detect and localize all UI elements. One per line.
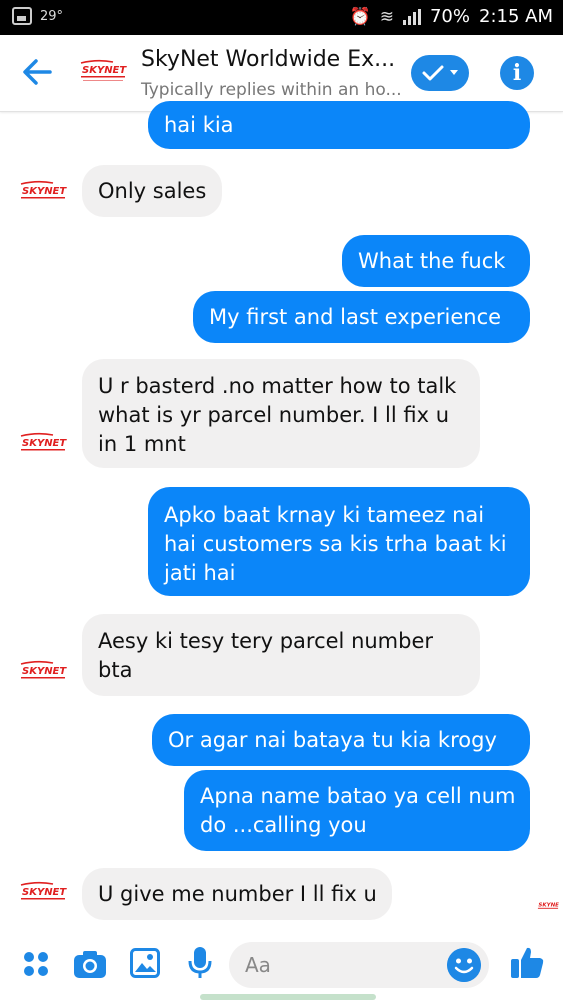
message-text: Only sales xyxy=(98,179,207,203)
message-bubble-outgoing[interactable]: What the fuck xyxy=(342,235,530,287)
thumbs-up-icon[interactable] xyxy=(510,945,544,979)
message-bubble-incoming[interactable]: U r basterd .no matter how to talk what … xyxy=(82,359,480,468)
sender-avatar-logo: SKYNET xyxy=(20,660,67,679)
clock: 2:15 AM xyxy=(479,6,553,27)
message-text: Or agar nai bataya tu kia krogy xyxy=(168,728,497,752)
svg-text:SKYNET: SKYNET xyxy=(22,887,67,898)
message-text: What the fuck xyxy=(358,249,506,273)
seen-indicator-logo: SKYNET xyxy=(537,902,559,909)
checkmark-icon xyxy=(422,65,444,81)
message-text: Apna name batao ya cell num do ...callin… xyxy=(200,784,516,837)
image-icon[interactable] xyxy=(130,948,160,978)
skynet-logo: SKYNET xyxy=(80,59,127,81)
temperature: 29° xyxy=(40,8,64,24)
message-bubble-incoming[interactable]: Only sales xyxy=(82,165,222,217)
message-bubble-outgoing[interactable]: My first and last experience xyxy=(193,291,530,343)
alarm-icon: ⏰ xyxy=(349,6,371,27)
response-time-subtitle: Typically replies within an ho... xyxy=(141,80,402,100)
message-bubble-incoming[interactable]: U give me number I ll fix u xyxy=(82,868,392,920)
message-bubble-outgoing[interactable]: hai kia xyxy=(148,101,530,149)
sender-avatar-logo: SKYNET xyxy=(20,881,67,900)
message-input-placeholder: Aa xyxy=(245,953,271,977)
status-bar: 29° ⏰ ≋ 70% 2:15 AM xyxy=(0,0,563,35)
camera-icon[interactable] xyxy=(73,949,107,979)
message-text: U give me number I ll fix u xyxy=(98,882,377,906)
sender-avatar-logo: SKYNET xyxy=(20,180,67,199)
navigation-bar-indicator xyxy=(200,994,376,1000)
battery-level: 70% xyxy=(429,6,470,27)
message-bubble-outgoing[interactable]: Apna name batao ya cell num do ...callin… xyxy=(184,770,530,851)
svg-text:SKYNET: SKYNET xyxy=(22,186,67,197)
apps-icon[interactable] xyxy=(22,950,50,978)
message-bubble-incoming[interactable]: Aesy ki tesy tery parcel number bta xyxy=(82,614,480,696)
signal-icon xyxy=(402,8,421,25)
microphone-icon[interactable] xyxy=(188,946,212,980)
emoji-icon[interactable] xyxy=(447,948,481,982)
message-text: My first and last experience xyxy=(209,305,502,329)
svg-text:SKYNET: SKYNET xyxy=(22,666,67,677)
info-icon[interactable]: i xyxy=(500,56,534,90)
subscribe-button[interactable] xyxy=(411,55,469,91)
wifi-icon: ≋ xyxy=(379,6,394,27)
message-input[interactable]: Aa xyxy=(229,942,489,988)
message-bubble-outgoing[interactable]: Or agar nai bataya tu kia krogy xyxy=(152,714,530,766)
message-bubble-outgoing[interactable]: Apko baat krnay ki tameez nai hai custom… xyxy=(148,487,530,596)
sender-avatar-logo: SKYNET xyxy=(20,432,67,451)
svg-text:SKYNET: SKYNET xyxy=(22,438,67,449)
message-text: Aesy ki tesy tery parcel number bta xyxy=(98,629,434,682)
message-text: hai kia xyxy=(164,113,234,137)
svg-text:SKYNET: SKYNET xyxy=(82,65,127,76)
chat-title[interactable]: SkyNet Worldwide Ex... xyxy=(141,47,395,72)
svg-text:SKYNET: SKYNET xyxy=(538,902,559,908)
notification-icon xyxy=(12,7,32,25)
message-text: U r basterd .no matter how to talk what … xyxy=(98,374,457,456)
chevron-down-icon xyxy=(450,70,458,75)
message-text: Apko baat krnay ki tameez nai hai custom… xyxy=(164,503,507,585)
back-arrow-icon[interactable] xyxy=(20,52,56,92)
